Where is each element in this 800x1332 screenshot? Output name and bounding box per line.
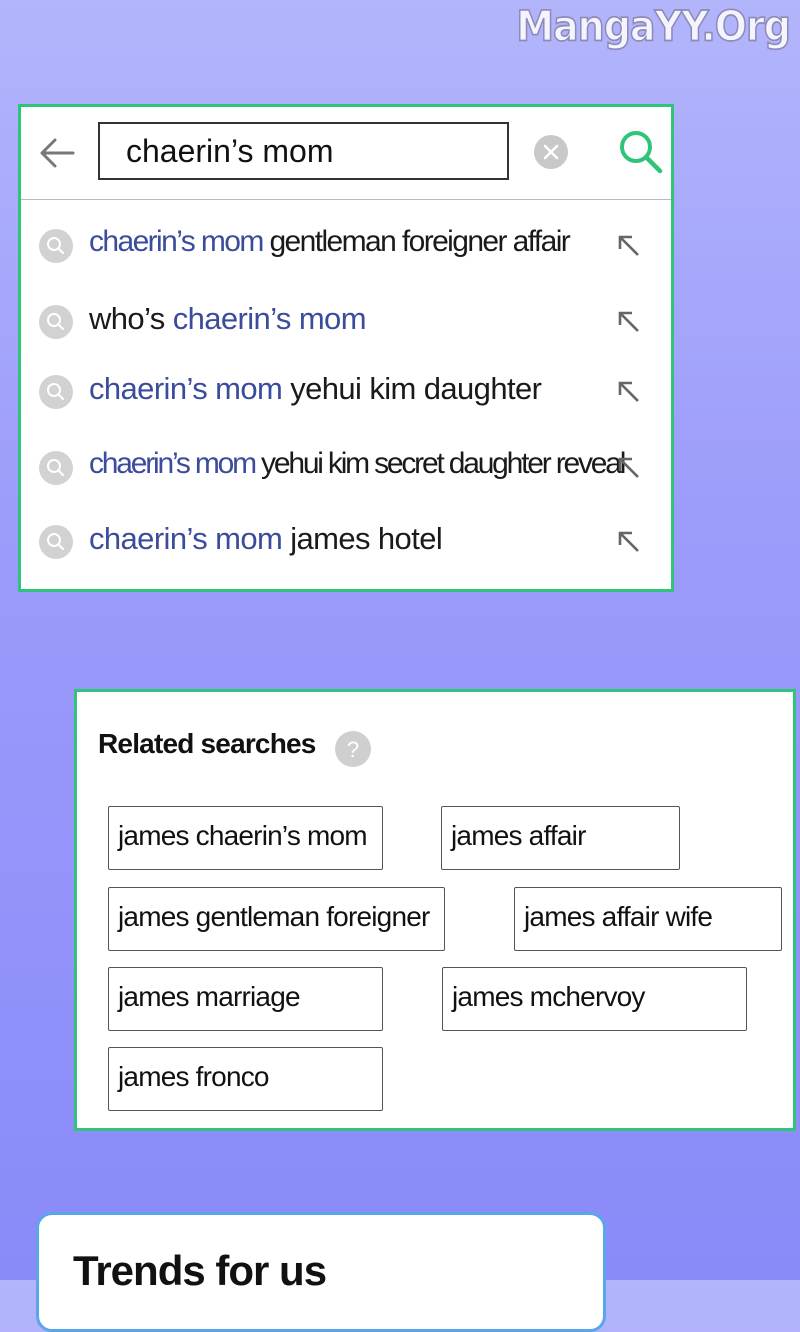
suggestion-highlight: chaerin’s mom (89, 447, 257, 480)
watermark: MangaYY.Org (515, 1, 791, 51)
search-panel: chaerin’s mom chaerin’s mom gentleman fo… (18, 104, 674, 592)
suggestion-search-icon (39, 229, 73, 263)
related-chip[interactable]: james affair (441, 806, 680, 870)
related-chip[interactable]: james affair wife (514, 887, 782, 951)
search-icon[interactable] (616, 127, 666, 177)
help-icon[interactable]: ? (335, 731, 371, 767)
svg-text:?: ? (347, 737, 359, 762)
suggestion-search-icon (39, 305, 73, 339)
suggestion-highlight: chaerin’s mom (89, 371, 283, 406)
suggestion-item[interactable]: chaerin’s mom yehui kim secret daughter … (21, 439, 671, 499)
suggestion-highlight: chaerin’s mom (172, 301, 367, 336)
fill-arrow-icon[interactable] (614, 377, 644, 407)
suggestion-search-icon (39, 525, 73, 559)
suggestion-text: chaerin’s mom yehui kim daughter (89, 371, 542, 407)
suggestion-rest: gentleman foreigner affair (262, 225, 570, 258)
related-chip[interactable]: james fronco (108, 1047, 383, 1111)
suggestion-highlight: chaerin’s mom (89, 225, 264, 258)
suggestion-text: chaerin’s mom yehui kim secret daughter … (89, 447, 626, 481)
fill-arrow-icon[interactable] (614, 307, 644, 337)
suggestion-search-icon (39, 375, 73, 409)
trends-title: Trends for us (73, 1247, 327, 1294)
search-bar: chaerin’s mom (21, 107, 671, 200)
related-chip[interactable]: james gentleman foreigner (108, 887, 445, 951)
suggestion-rest: james hotel (282, 521, 443, 556)
related-searches-panel: Related searches ? james chaerin’s mom j… (74, 689, 796, 1131)
fill-arrow-icon[interactable] (614, 453, 644, 483)
suggestion-text: who’s chaerin’s mom (89, 301, 367, 337)
suggestion-highlight: chaerin’s mom (89, 521, 283, 556)
back-arrow-icon[interactable] (37, 133, 77, 173)
suggestion-rest: yehui kim secret daughter reveal (254, 447, 626, 480)
related-chip[interactable]: james marriage (108, 967, 383, 1031)
suggestion-text: chaerin’s mom gentleman foreigner affair (89, 225, 571, 259)
suggestion-item[interactable]: chaerin’s mom james hotel (21, 513, 671, 573)
suggestion-item[interactable]: chaerin’s mom yehui kim daughter (21, 363, 671, 423)
suggestion-item[interactable]: chaerin’s mom gentleman foreigner affair (21, 217, 671, 277)
clear-icon[interactable] (534, 135, 568, 169)
suggestion-search-icon (39, 451, 73, 485)
related-chip[interactable]: james chaerin’s mom (108, 806, 383, 870)
related-title: Related searches (98, 728, 316, 759)
related-chip[interactable]: james mchervoy (442, 967, 747, 1031)
suggestion-rest: yehui kim daughter (282, 371, 542, 406)
suggestion-text: chaerin’s mom james hotel (89, 521, 443, 557)
search-input[interactable]: chaerin’s mom (98, 122, 509, 180)
suggestion-prefix: who’s (89, 301, 173, 336)
trends-card: Trends for us (36, 1212, 606, 1332)
fill-arrow-icon[interactable] (614, 527, 644, 557)
fill-arrow-icon[interactable] (614, 231, 644, 261)
suggestion-item[interactable]: who’s chaerin’s mom (21, 293, 671, 353)
